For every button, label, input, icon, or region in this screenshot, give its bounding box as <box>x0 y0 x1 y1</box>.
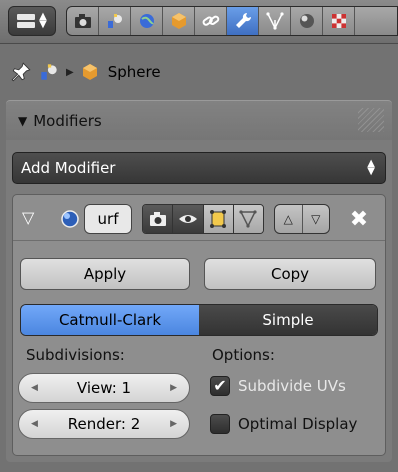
view-levels-field[interactable]: ◀ View: 1 ▶ <box>18 373 190 403</box>
breadcrumb: ▶ Sphere <box>10 58 390 86</box>
scene-icon <box>41 64 57 80</box>
modifier-name-field[interactable]: urf <box>84 204 132 234</box>
camera-icon <box>74 14 91 28</box>
vertex-data-icon <box>265 12 284 30</box>
close-icon[interactable]: ✖ <box>346 206 372 232</box>
modifier-visibility-toggles <box>142 204 264 234</box>
editor-type-selector[interactable]: ▲ ▼ <box>8 6 56 36</box>
texture-tab[interactable] <box>323 7 355 35</box>
subdivision-type-selector: Catmull-Clark Simple <box>20 304 378 336</box>
move-up-icon[interactable]: △ <box>275 205 303 233</box>
modifier-move-buttons: △ ▽ <box>274 204 330 234</box>
properties-editor-icon <box>17 14 36 28</box>
render-levels-field[interactable]: ◀ Render: 2 ▶ <box>18 409 190 439</box>
options-label: Options: <box>212 346 275 364</box>
subdivisions-label: Subdivisions: <box>26 346 125 364</box>
cube-icon <box>171 13 186 29</box>
panel-title: Modifiers <box>33 111 102 130</box>
up-down-arrows-icon: ▲ ▼ <box>367 158 375 177</box>
modifiers-panel-header[interactable]: ▼ Modifiers <box>6 100 392 140</box>
viewport-toggle[interactable] <box>173 205 204 233</box>
world-tab[interactable] <box>131 7 163 35</box>
world-icon <box>139 14 154 28</box>
simple-option[interactable]: Simple <box>199 305 377 335</box>
optimal-display-label: Optimal Display <box>238 415 358 433</box>
chain-link-icon <box>202 15 219 26</box>
eye-icon <box>178 215 197 223</box>
render-tab[interactable] <box>67 7 99 35</box>
modifiers-tab[interactable] <box>227 7 259 35</box>
wrench-icon <box>235 12 251 28</box>
object-tab[interactable] <box>163 7 195 35</box>
vertex-data-icon <box>239 210 257 228</box>
material-tab[interactable] <box>291 7 323 35</box>
constraints-tab[interactable] <box>195 7 227 35</box>
add-modifier-dropdown[interactable]: Add Modifier ▲ ▼ <box>12 152 386 184</box>
add-modifier-label: Add Modifier <box>21 159 116 177</box>
checkbox-unchecked[interactable] <box>210 414 230 434</box>
cage-toggle[interactable] <box>233 205 263 233</box>
data-tab[interactable] <box>259 7 291 35</box>
subdivide-uvs-option[interactable]: ✔ Subdivide UVs <box>210 376 346 396</box>
move-down-icon[interactable]: ▽ <box>303 205 330 233</box>
subsurf-modifier-icon <box>61 210 79 228</box>
camera-icon <box>149 212 166 226</box>
context-tabs <box>66 6 398 36</box>
scene-icon <box>107 14 122 28</box>
render-levels-value: Render: 2 <box>67 415 141 433</box>
view-levels-value: View: 1 <box>76 379 132 397</box>
decrement-arrow-icon[interactable]: ◀ <box>31 383 38 393</box>
checkbox-checked[interactable]: ✔ <box>210 376 230 396</box>
up-down-arrows-icon: ▲ ▼ <box>39 11 47 30</box>
cube-icon <box>82 64 97 80</box>
chevron-right-icon: ▶ <box>66 66 74 78</box>
increment-arrow-icon[interactable]: ▶ <box>170 383 177 393</box>
apply-button[interactable]: Apply <box>20 258 190 290</box>
collapse-triangle-icon: ▼ <box>18 113 28 128</box>
editmode-icon <box>210 210 227 228</box>
increment-arrow-icon[interactable]: ▶ <box>170 419 177 429</box>
render-toggle[interactable] <box>143 205 174 233</box>
checker-texture-icon <box>331 14 346 28</box>
decrement-arrow-icon[interactable]: ◀ <box>31 419 38 429</box>
editmode-toggle[interactable] <box>203 205 234 233</box>
material-sphere-icon <box>299 14 314 28</box>
optimal-display-option[interactable]: Optimal Display <box>210 414 357 434</box>
subdivide-uvs-label: Subdivide UVs <box>238 377 346 395</box>
catmull-clark-option[interactable]: Catmull-Clark <box>21 305 199 335</box>
pin-icon[interactable] <box>10 61 32 83</box>
expand-triangle-icon[interactable]: ▽ <box>22 208 34 227</box>
panel-drag-grip[interactable] <box>358 108 384 132</box>
copy-button[interactable]: Copy <box>204 258 376 290</box>
object-name: Sphere <box>107 63 161 81</box>
scene-tab[interactable] <box>99 7 131 35</box>
